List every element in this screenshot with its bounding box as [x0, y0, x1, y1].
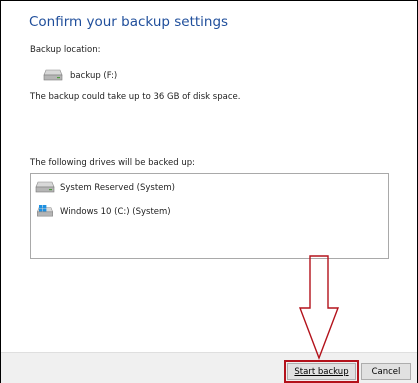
drives-list[interactable]: System Reserved (System) Windows 10 (C:)…	[30, 173, 389, 259]
page-title: Confirm your backup settings	[29, 14, 229, 30]
drive-item-label: System Reserved (System)	[60, 183, 175, 193]
backup-location-drive: backup (F:)	[43, 69, 118, 84]
list-item[interactable]: Windows 10 (C:) (System)	[35, 204, 171, 220]
list-item[interactable]: System Reserved (System)	[35, 181, 175, 195]
windows-drive-icon	[35, 204, 55, 220]
cancel-button[interactable]: Cancel	[361, 363, 411, 380]
drive-item-label: Windows 10 (C:) (System)	[60, 207, 171, 217]
backup-location-label: Backup location:	[30, 45, 101, 55]
drive-icon	[35, 181, 55, 196]
dialog-footer: Start backup Cancel	[1, 352, 417, 383]
backup-settings-window: Confirm your backup settings Backup loca…	[0, 0, 418, 383]
start-backup-button[interactable]: Start backup	[284, 360, 359, 383]
drive-icon	[43, 69, 63, 84]
backup-drive-name: backup (F:)	[70, 71, 118, 81]
drives-list-label: The following drives will be backed up:	[30, 158, 196, 168]
disk-space-note: The backup could take up to 36 GB of dis…	[30, 92, 241, 102]
